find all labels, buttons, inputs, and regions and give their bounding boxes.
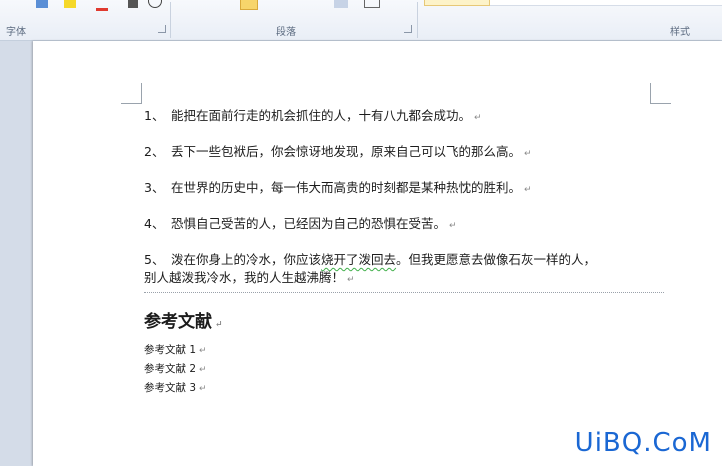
group-label-styles: 样式 (670, 27, 690, 38)
paragraph-mark-icon: ↵ (199, 384, 207, 394)
reference-text: 参考文献 1 (144, 344, 197, 356)
ribbon: 字体 段落 样式 (0, 0, 722, 41)
group-label-paragraph: 段落 (276, 27, 296, 38)
group-separator (170, 2, 171, 38)
align-right-icon[interactable] (216, 0, 230, 10)
watermark: UiBQ.CoM (574, 428, 712, 458)
paragraph-mark-icon: ↵ (474, 113, 482, 123)
document-page[interactable]: 1、 能把在面前行走的机会抓住的人，十有八九都会成功。 ↵ 2、 丢下一些包袱后，… (33, 41, 722, 466)
list-text-line2-wrap: 别人越泼我冷水，我的人生越沸腾！ ↵ (144, 269, 664, 289)
list-text-wrap: 在世界的历史中，每一伟大而高贵的时刻都是某种热忱的胜利。 ↵ (171, 179, 664, 199)
font-color-icon[interactable] (96, 0, 108, 11)
line-spacing-icon[interactable] (296, 0, 308, 10)
list-text-wrap: 丢下一些包袱后，你会惊讶地发现，原来自己可以飞的那么高。 ↵ (171, 143, 664, 163)
crop-mark-top-right (650, 83, 671, 104)
enclose-char-icon[interactable] (148, 0, 162, 8)
group-separator (417, 2, 418, 38)
align-left-icon[interactable] (180, 0, 194, 10)
list-number: 1、 (144, 108, 165, 123)
font-dialog-launcher-icon[interactable] (158, 25, 166, 33)
borders-icon[interactable] (364, 0, 380, 8)
style-gallery[interactable] (490, 0, 722, 6)
list-text: 。但我更愿意去做像石灰一样的人， (396, 252, 597, 267)
list-text: 能把在面前行走的机会抓住的人，十有八九都会成功。 (171, 108, 472, 123)
ribbon-group-labels: 字体 段落 样式 (0, 2, 722, 39)
reference-text: 参考文献 3 (144, 382, 197, 394)
text-effect-icon[interactable] (36, 0, 48, 8)
reference-item[interactable]: 参考文献 1 ↵ (144, 341, 207, 360)
reference-item[interactable]: 参考文献 3 ↵ (144, 379, 207, 398)
group-label-font: 字体 (6, 27, 26, 38)
paragraph-mark-icon: ↵ (347, 275, 355, 285)
list-text-wrap: 恐惧自己受苦的人，已经因为自己的恐惧在受苦。 ↵ (171, 215, 664, 235)
list-item[interactable]: 1、 能把在面前行走的机会抓住的人，十有八九都会成功。 ↵ (144, 107, 664, 127)
list-text-wrap: 能把在面前行走的机会抓住的人，十有八九都会成功。 ↵ (171, 107, 664, 127)
list-text-line2: 别人越泼我冷水，我的人生越沸腾！ (144, 270, 345, 285)
list-item[interactable]: 5、 泼在你身上的冷水，你应该烧开了泼回去。但我更愿意去做像石灰一样的人， 别人越… (144, 251, 664, 293)
list-text: 在世界的历史中，每一伟大而高贵的时刻都是某种热忱的胜利。 (171, 180, 522, 195)
paragraph-mark-icon: ↵ (524, 185, 532, 195)
list-item[interactable]: 4、 恐惧自己受苦的人，已经因为自己的恐惧在受苦。 ↵ (144, 215, 664, 235)
list-text-wrap: 泼在你身上的冷水，你应该烧开了泼回去。但我更愿意去做像石灰一样的人， 别人越泼我冷… (144, 251, 664, 289)
list-number: 3、 (144, 180, 165, 195)
distributed-icon[interactable] (262, 0, 276, 10)
list-text: 丢下一些包袱后，你会惊讶地发现，原来自己可以飞的那么高。 (171, 144, 522, 159)
paragraph-mark-icon: ↵ (199, 365, 207, 375)
clear-format-icon[interactable] (2, 0, 10, 11)
align-center-icon[interactable] (198, 0, 212, 10)
list-item[interactable]: 3、 在世界的历史中，每一伟大而高贵的时刻都是某种热忱的胜利。 ↵ (144, 179, 664, 199)
list-text: 恐惧自己受苦的人，已经因为自己的恐惧在受苦。 (171, 216, 447, 231)
style-normal-selected[interactable] (424, 0, 490, 6)
char-shading-icon[interactable] (128, 0, 138, 8)
list-item[interactable]: 2、 丢下一些包袱后，你会惊讶地发现，原来自己可以飞的那么高。 ↵ (144, 143, 664, 163)
paragraph-mark-icon: ↵ (215, 320, 223, 330)
document-canvas[interactable]: 1、 能把在面前行走的机会抓住的人，十有八九都会成功。 ↵ 2、 丢下一些包袱后，… (0, 41, 722, 466)
paragraph-dialog-launcher-icon[interactable] (404, 25, 412, 33)
paragraph-mark-icon: ↵ (524, 149, 532, 159)
document-body[interactable]: 1、 能把在面前行走的机会抓住的人，十有八九都会成功。 ↵ 2、 丢下一些包袱后，… (144, 107, 664, 293)
highlight-color-icon[interactable] (64, 0, 76, 8)
references-heading-text: 参考文献 (144, 312, 212, 332)
reference-item[interactable]: 参考文献 2 ↵ (144, 360, 207, 379)
ribbon-toolbar-row (0, 0, 722, 16)
list-text: 泼在你身上的冷水，你应该 (171, 252, 322, 267)
reference-text: 参考文献 2 (144, 363, 197, 375)
references-heading[interactable]: 参考文献 ↵ (144, 307, 223, 332)
crop-mark-top-left (121, 83, 142, 104)
list-number: 2、 (144, 144, 165, 159)
paragraph-mark-icon: ↵ (449, 221, 457, 231)
paragraph-mark-icon: ↵ (199, 346, 207, 356)
references-list[interactable]: 参考文献 1 ↵ 参考文献 2 ↵ 参考文献 3 ↵ (144, 341, 207, 398)
list-number: 4、 (144, 216, 165, 231)
grammar-flagged-text[interactable]: 烧开了泼回去 (321, 252, 396, 267)
justify-icon[interactable] (240, 0, 258, 10)
shading-icon[interactable] (334, 0, 348, 8)
